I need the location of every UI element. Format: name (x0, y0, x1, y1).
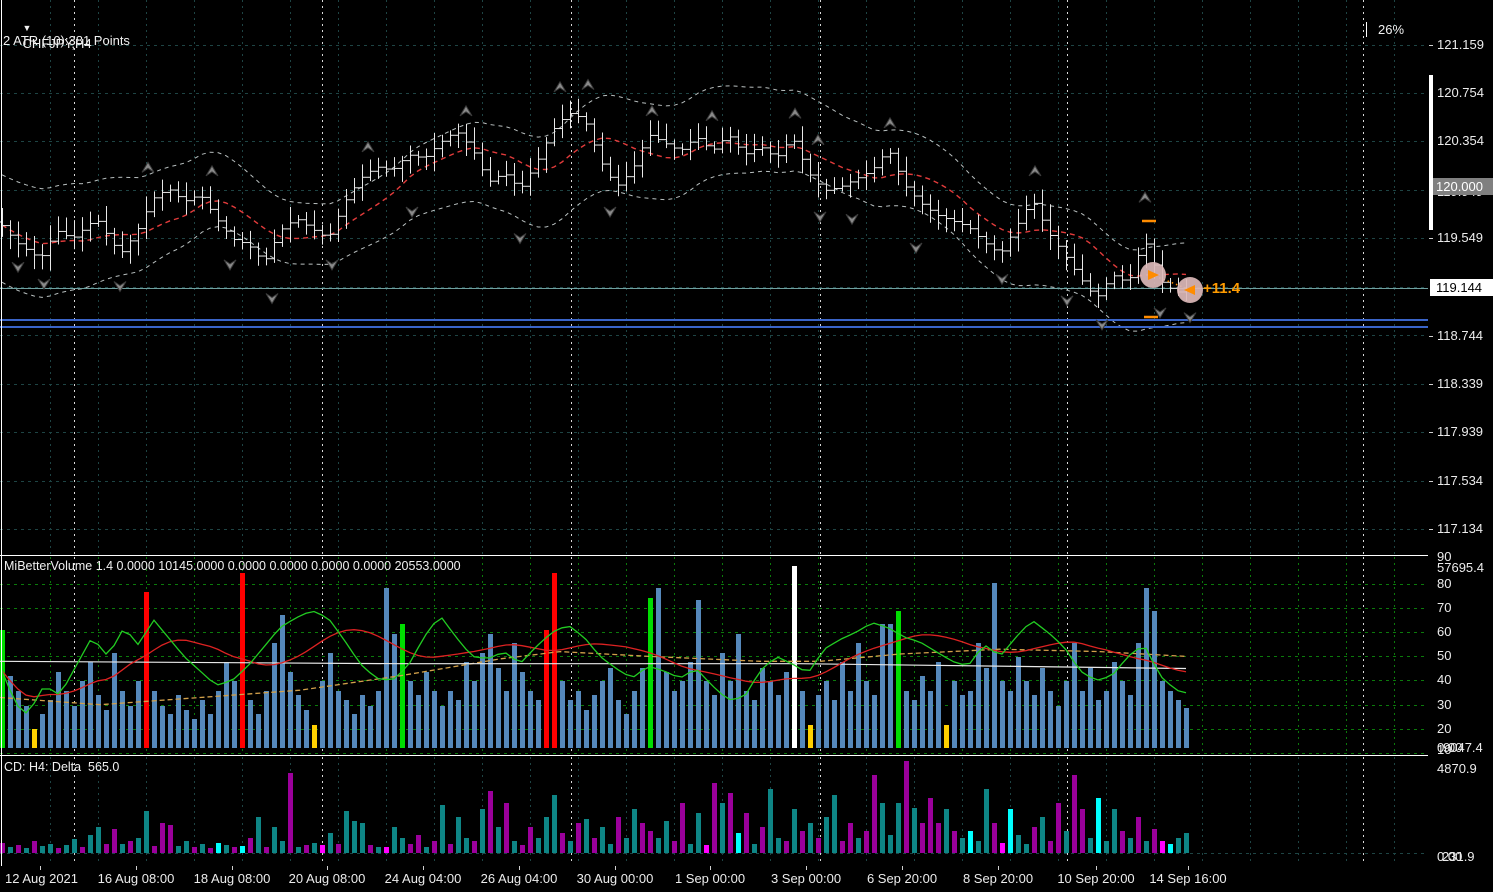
axis-range-bar (1429, 75, 1433, 230)
price-chart-svg (0, 0, 1428, 556)
time-axis-tick (806, 866, 807, 870)
price-axis-tick (1429, 529, 1433, 530)
time-axis-label: 14 Sep 16:00 (1149, 871, 1226, 886)
volume-osc-scale-label: 40 (1437, 672, 1451, 687)
price-axis-label: 120.754 (1437, 85, 1484, 100)
price-axis-label: 117.134 (1437, 521, 1483, 536)
volume-osc-scale-label: 30 (1437, 697, 1451, 712)
volume-scale-min: 9047.4 (1443, 740, 1483, 755)
time-axis-label: 30 Aug 00:00 (577, 871, 654, 886)
volume-osc-scale-label: 60 (1437, 624, 1451, 639)
volume-osc-scale-label: 20 (1437, 721, 1451, 736)
time-axis-tick (1096, 866, 1097, 870)
time-axis-tick (136, 866, 137, 870)
price-axis-tick (1429, 384, 1433, 385)
time-axis-label: 3 Sep 00:00 (771, 871, 841, 886)
volume-indicator-title: MiBetterVolume 1.4 0.0000 10145.0000 0.0… (4, 559, 461, 573)
time-axis-tick (423, 866, 424, 870)
time-axis-label: 24 Aug 04:00 (385, 871, 462, 886)
price-axis-label: 117.534 (1437, 473, 1483, 488)
price-axis-tick (1429, 238, 1433, 239)
time-axis-tick (710, 866, 711, 870)
time-axis-label: 18 Aug 08:00 (194, 871, 271, 886)
trade-profit-label: +11.4 (1203, 280, 1240, 297)
price-axis-tick (1429, 432, 1433, 433)
price-axis-label: 118.339 (1437, 376, 1483, 391)
atr-indicator-label: 2 ATR (10):381 Points (3, 33, 130, 48)
time-axis-label: 16 Aug 08:00 (98, 871, 175, 886)
delta-scale-min: 231.9 (1442, 849, 1475, 864)
price-axis-label: 117.939 (1437, 424, 1483, 439)
price-axis-label: 119.549 (1437, 230, 1483, 245)
volume-osc-scale-label: 50 (1437, 648, 1451, 663)
delta-indicator-title: CD: H4: Delta 565.0 (4, 760, 119, 774)
delta-chart-svg (0, 757, 1428, 865)
divider-volume-delta[interactable] (0, 755, 1493, 756)
price-axis-tick (1429, 336, 1433, 337)
time-axis-tick (327, 866, 328, 870)
time-axis-label: 6 Sep 20:00 (867, 871, 937, 886)
volume-scale-max: 57695.4 (1437, 560, 1484, 575)
time-axis-label: 10 Sep 20:00 (1057, 871, 1134, 886)
time-axis-label: 12 Aug 2021 (5, 871, 78, 886)
time-axis-tick (998, 866, 999, 870)
chart-left-border (1, 0, 2, 866)
price-level-badge: 120.000 (1430, 178, 1493, 195)
time-axis-label: 1 Sep 00:00 (675, 871, 745, 886)
dropdown-triangle-icon[interactable]: ▼ (22, 23, 31, 33)
time-axis-label: 8 Sep 20:00 (963, 871, 1033, 886)
divider-main-volume[interactable] (0, 555, 1493, 556)
price-axis-tick (1429, 481, 1433, 482)
main-price-panel[interactable] (0, 0, 1428, 556)
time-axis-tick (232, 866, 233, 870)
delta-scale-max: 4870.9 (1437, 761, 1477, 776)
time-axis-label: 20 Aug 08:00 (289, 871, 366, 886)
time-axis-tick (40, 866, 41, 870)
time-axis-tick (615, 866, 616, 870)
time-axis-label: 26 Aug 04:00 (481, 871, 558, 886)
percent-label: 26% (1378, 22, 1404, 37)
current-price-badge: 119.144 (1430, 279, 1493, 296)
volume-osc-scale-label: 70 (1437, 600, 1451, 615)
price-axis-label: 121.159 (1437, 37, 1484, 52)
time-axis-tick (1188, 866, 1189, 870)
volume-chart-svg (0, 557, 1428, 755)
time-axis-tick (902, 866, 903, 870)
volume-osc-scale-label: 80 (1437, 576, 1451, 591)
price-axis-tick (1429, 45, 1433, 46)
time-axis-tick (519, 866, 520, 870)
percent-marker-line (1366, 22, 1367, 37)
price-axis-label: 118.744 (1437, 328, 1483, 343)
mt4-chart-window: ▼ CHFJPY,H4 2 ATR (10):381 Points 26% +1… (0, 0, 1493, 892)
volume-panel[interactable] (0, 557, 1428, 755)
delta-panel[interactable] (0, 757, 1428, 865)
price-axis-label: 120.354 (1437, 133, 1484, 148)
